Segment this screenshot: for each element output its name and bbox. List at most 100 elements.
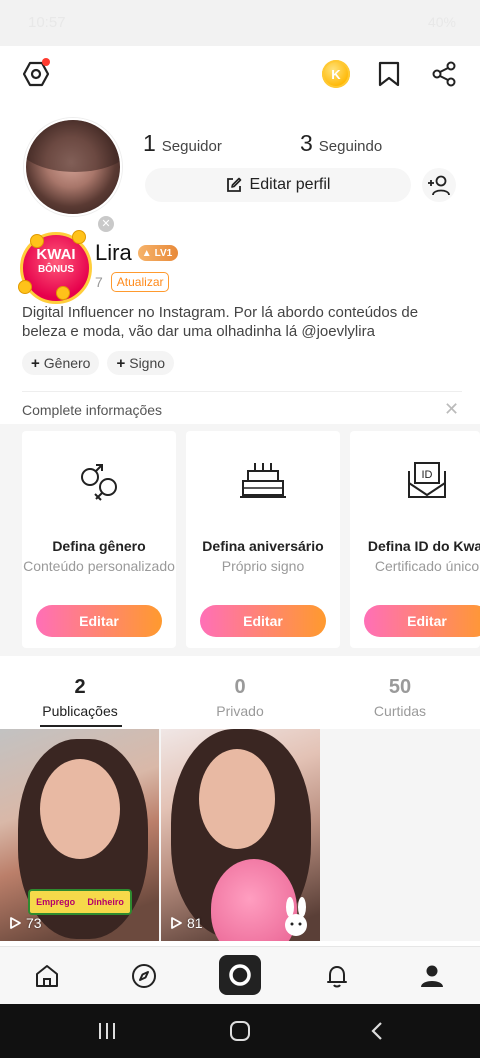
play-count-value: 81 [187,915,203,931]
nav-home[interactable] [30,959,64,993]
birthday-card[interactable]: Defina aniversário Próprio signo Editar [186,431,340,648]
level-up-icon: ▲ [141,247,152,259]
coin-icon [72,230,86,244]
video-grid: Emprego Dinheiro 73 81 [0,729,480,941]
edit-profile-label: Editar perfil [249,176,331,193]
play-count: 81 [169,915,203,931]
bookmark-icon [378,61,400,87]
gender-icon [22,461,176,511]
thumbnail-face [199,749,275,849]
settings-button[interactable] [20,58,52,90]
video-banner: Emprego Dinheiro [28,889,132,915]
followers-stat[interactable]: 1 Seguidor [143,130,222,157]
status-battery: 40% [427,14,456,30]
back-icon [371,1022,382,1040]
play-icon [10,917,21,929]
recent-apps-button[interactable] [96,1020,118,1047]
plus-icon: + [31,354,40,372]
username: Lira [95,240,132,265]
cake-icon [186,461,340,511]
edit-gender-button[interactable]: Editar [36,605,162,637]
system-nav-bar [0,1004,480,1058]
nav-camera[interactable] [219,955,261,995]
sign-chip[interactable]: + Signo [107,351,175,375]
card-title: Defina gênero [52,538,146,554]
coin-button[interactable]: K [322,60,350,88]
avatar-hair [26,120,120,172]
following-label: Seguindo [318,138,383,155]
level-text: LV1 [154,247,173,259]
notification-dot [42,58,50,66]
publications-label: Publicações [42,703,118,719]
camera-icon [229,964,251,986]
back-button[interactable] [366,1020,388,1047]
kwai-id: 7 [95,274,103,290]
level-badge: ▲ LV1 [137,245,179,261]
card-subtitle: Certificado único [374,558,480,574]
home-button[interactable] [229,1020,251,1047]
share-button[interactable] [430,60,458,88]
update-button[interactable]: Atualizar [110,272,170,292]
add-friend-button[interactable] [422,168,456,202]
close-icon[interactable]: ✕ [444,399,459,420]
nav-discover[interactable] [127,959,161,993]
complete-info-title: Complete informações [22,402,163,418]
coin-icon: K [331,66,341,82]
profile-icon [421,965,443,987]
video-thumbnail[interactable]: Emprego Dinheiro 73 [0,729,159,941]
private-count: 0 [234,676,246,698]
recent-apps-icon [99,1023,115,1039]
card-title: Defina ID do Kwai [367,538,480,554]
following-stat[interactable]: 3 Seguindo [300,130,382,157]
name-row: Lira ▲ LV1 [95,240,179,266]
status-time: 10:57 [28,14,66,31]
publications-count: 2 [74,676,86,698]
private-label: Privado [216,703,264,719]
card-subtitle: Próprio signo [221,558,305,574]
profile-chips: + Gênero + Signo [22,351,175,375]
card-subtitle: Conteúdo personalizado [23,558,175,574]
bottom-nav [0,946,480,1004]
home-circle-icon [230,1021,250,1041]
nav-notifications[interactable] [320,959,354,993]
close-icon[interactable]: ✕ [98,216,114,232]
video-thumbnail[interactable]: 81 [161,729,320,941]
coin-icon [56,286,70,300]
nav-profile[interactable] [415,959,449,993]
likes-label: Curtidas [373,703,427,719]
card-title: Defina aniversário [202,538,324,554]
notifications-icon [327,966,347,988]
discover-icon [132,964,156,988]
sign-chip-label: Signo [129,355,166,371]
svg-text:ID: ID [422,469,433,481]
bookmark-button[interactable] [376,60,402,88]
play-count: 73 [8,915,42,931]
edit-profile-button[interactable]: Editar perfil [145,168,411,202]
edit-icon [226,177,241,192]
add-user-icon [428,175,450,196]
gender-chip[interactable]: + Gênero [22,351,100,375]
gender-chip-label: Gênero [43,355,91,371]
kwai-id-card[interactable]: ID Defina ID do Kwai Certificado único E… [350,431,480,648]
edit-id-button[interactable]: Editar [364,605,480,637]
active-tab-indicator [40,725,122,727]
tab-private[interactable]: 0 Privado [160,676,320,719]
share-icon [432,61,456,87]
gender-card[interactable]: Defina gênero Conteúdo personalizado Edi… [22,431,176,648]
kwai-bonus-title: KWAI [36,246,76,263]
bio-text: Digital Influencer no Instagram. Por lá … [22,304,419,340]
kwai-bonus-badge[interactable]: KWAI BÔNUS [16,228,96,304]
tab-likes[interactable]: 50 Curtidas [320,676,480,719]
top-bar: K [0,46,480,102]
thumbnail-face [40,759,120,859]
banner-text-left: Emprego [36,897,76,907]
tab-publications[interactable]: 2 Publicações [0,676,160,719]
kwai-bonus-subtitle: BÔNUS [37,264,75,275]
edit-birthday-button[interactable]: Editar [200,605,326,637]
coin-icon [18,280,32,294]
followers-count: 1 [143,130,156,156]
status-bar: 10:57 40% [0,0,480,46]
id-card-icon: ID [350,461,480,511]
avatar[interactable] [24,118,122,216]
banner-text-right: Dinheiro [87,897,124,907]
